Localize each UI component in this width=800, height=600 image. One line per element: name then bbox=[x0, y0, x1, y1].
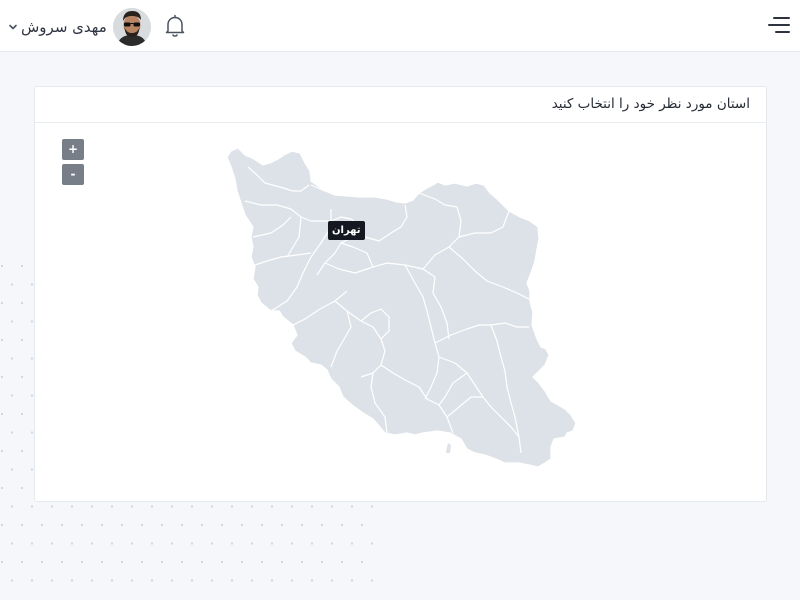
chevron-down-icon bbox=[9, 24, 17, 30]
user-menu[interactable]: مهدی سروش bbox=[8, 8, 151, 46]
bell-icon[interactable] bbox=[164, 14, 186, 38]
map-island-shape bbox=[446, 443, 451, 453]
top-header: مهدی سروش bbox=[0, 0, 800, 52]
province-tooltip: تهران bbox=[328, 221, 365, 240]
zoom-out-button[interactable]: - bbox=[62, 164, 84, 185]
hamburger-menu-icon[interactable] bbox=[768, 15, 790, 35]
user-name: مهدی سروش bbox=[21, 18, 107, 36]
province-map-card: استان مورد نظر خود را انتخاب کنید + - ته… bbox=[34, 86, 767, 502]
map-country-shape[interactable] bbox=[226, 147, 577, 468]
zoom-in-button[interactable]: + bbox=[62, 139, 84, 160]
iran-map[interactable] bbox=[35, 87, 768, 503]
avatar bbox=[112, 8, 151, 46]
